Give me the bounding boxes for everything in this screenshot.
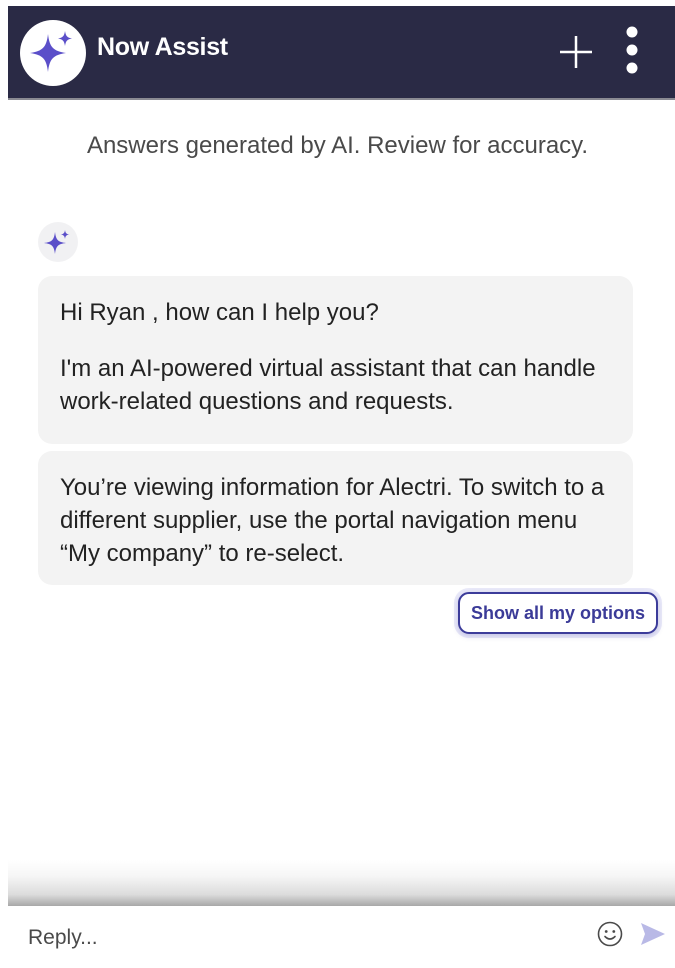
header-bar: Now Assist (8, 6, 675, 100)
assistant-intro-text: I'm an AI-powered virtual assistant that… (60, 355, 596, 415)
now-assist-logo (20, 20, 86, 86)
send-button[interactable] (639, 921, 667, 947)
more-vertical-icon (626, 26, 638, 74)
smiley-icon (597, 921, 623, 947)
new-chat-button[interactable] (556, 32, 596, 72)
ai-disclaimer: Answers generated by AI. Review for accu… (86, 132, 589, 159)
greeting-text: Hi Ryan , how can I help you? (60, 299, 379, 326)
show-all-options-button[interactable]: Show all my options (458, 592, 658, 634)
sparkle-icon (30, 31, 72, 72)
assistant-message: Hi Ryan , how can I help you? I'm an AI-… (38, 276, 633, 444)
sparkle-icon (44, 230, 70, 254)
reply-input[interactable] (28, 920, 568, 956)
emoji-button[interactable] (596, 920, 624, 948)
supplier-info-text: You’re viewing information for Alectri. … (60, 474, 605, 567)
composer-divider (8, 860, 675, 906)
app-title: Now Assist (97, 33, 228, 61)
more-options-button[interactable] (615, 25, 649, 75)
plus-icon (560, 36, 592, 68)
send-icon (641, 923, 665, 945)
bot-avatar (38, 222, 78, 262)
reply-composer (8, 906, 675, 968)
assistant-message: You’re viewing information for Alectri. … (38, 451, 633, 585)
